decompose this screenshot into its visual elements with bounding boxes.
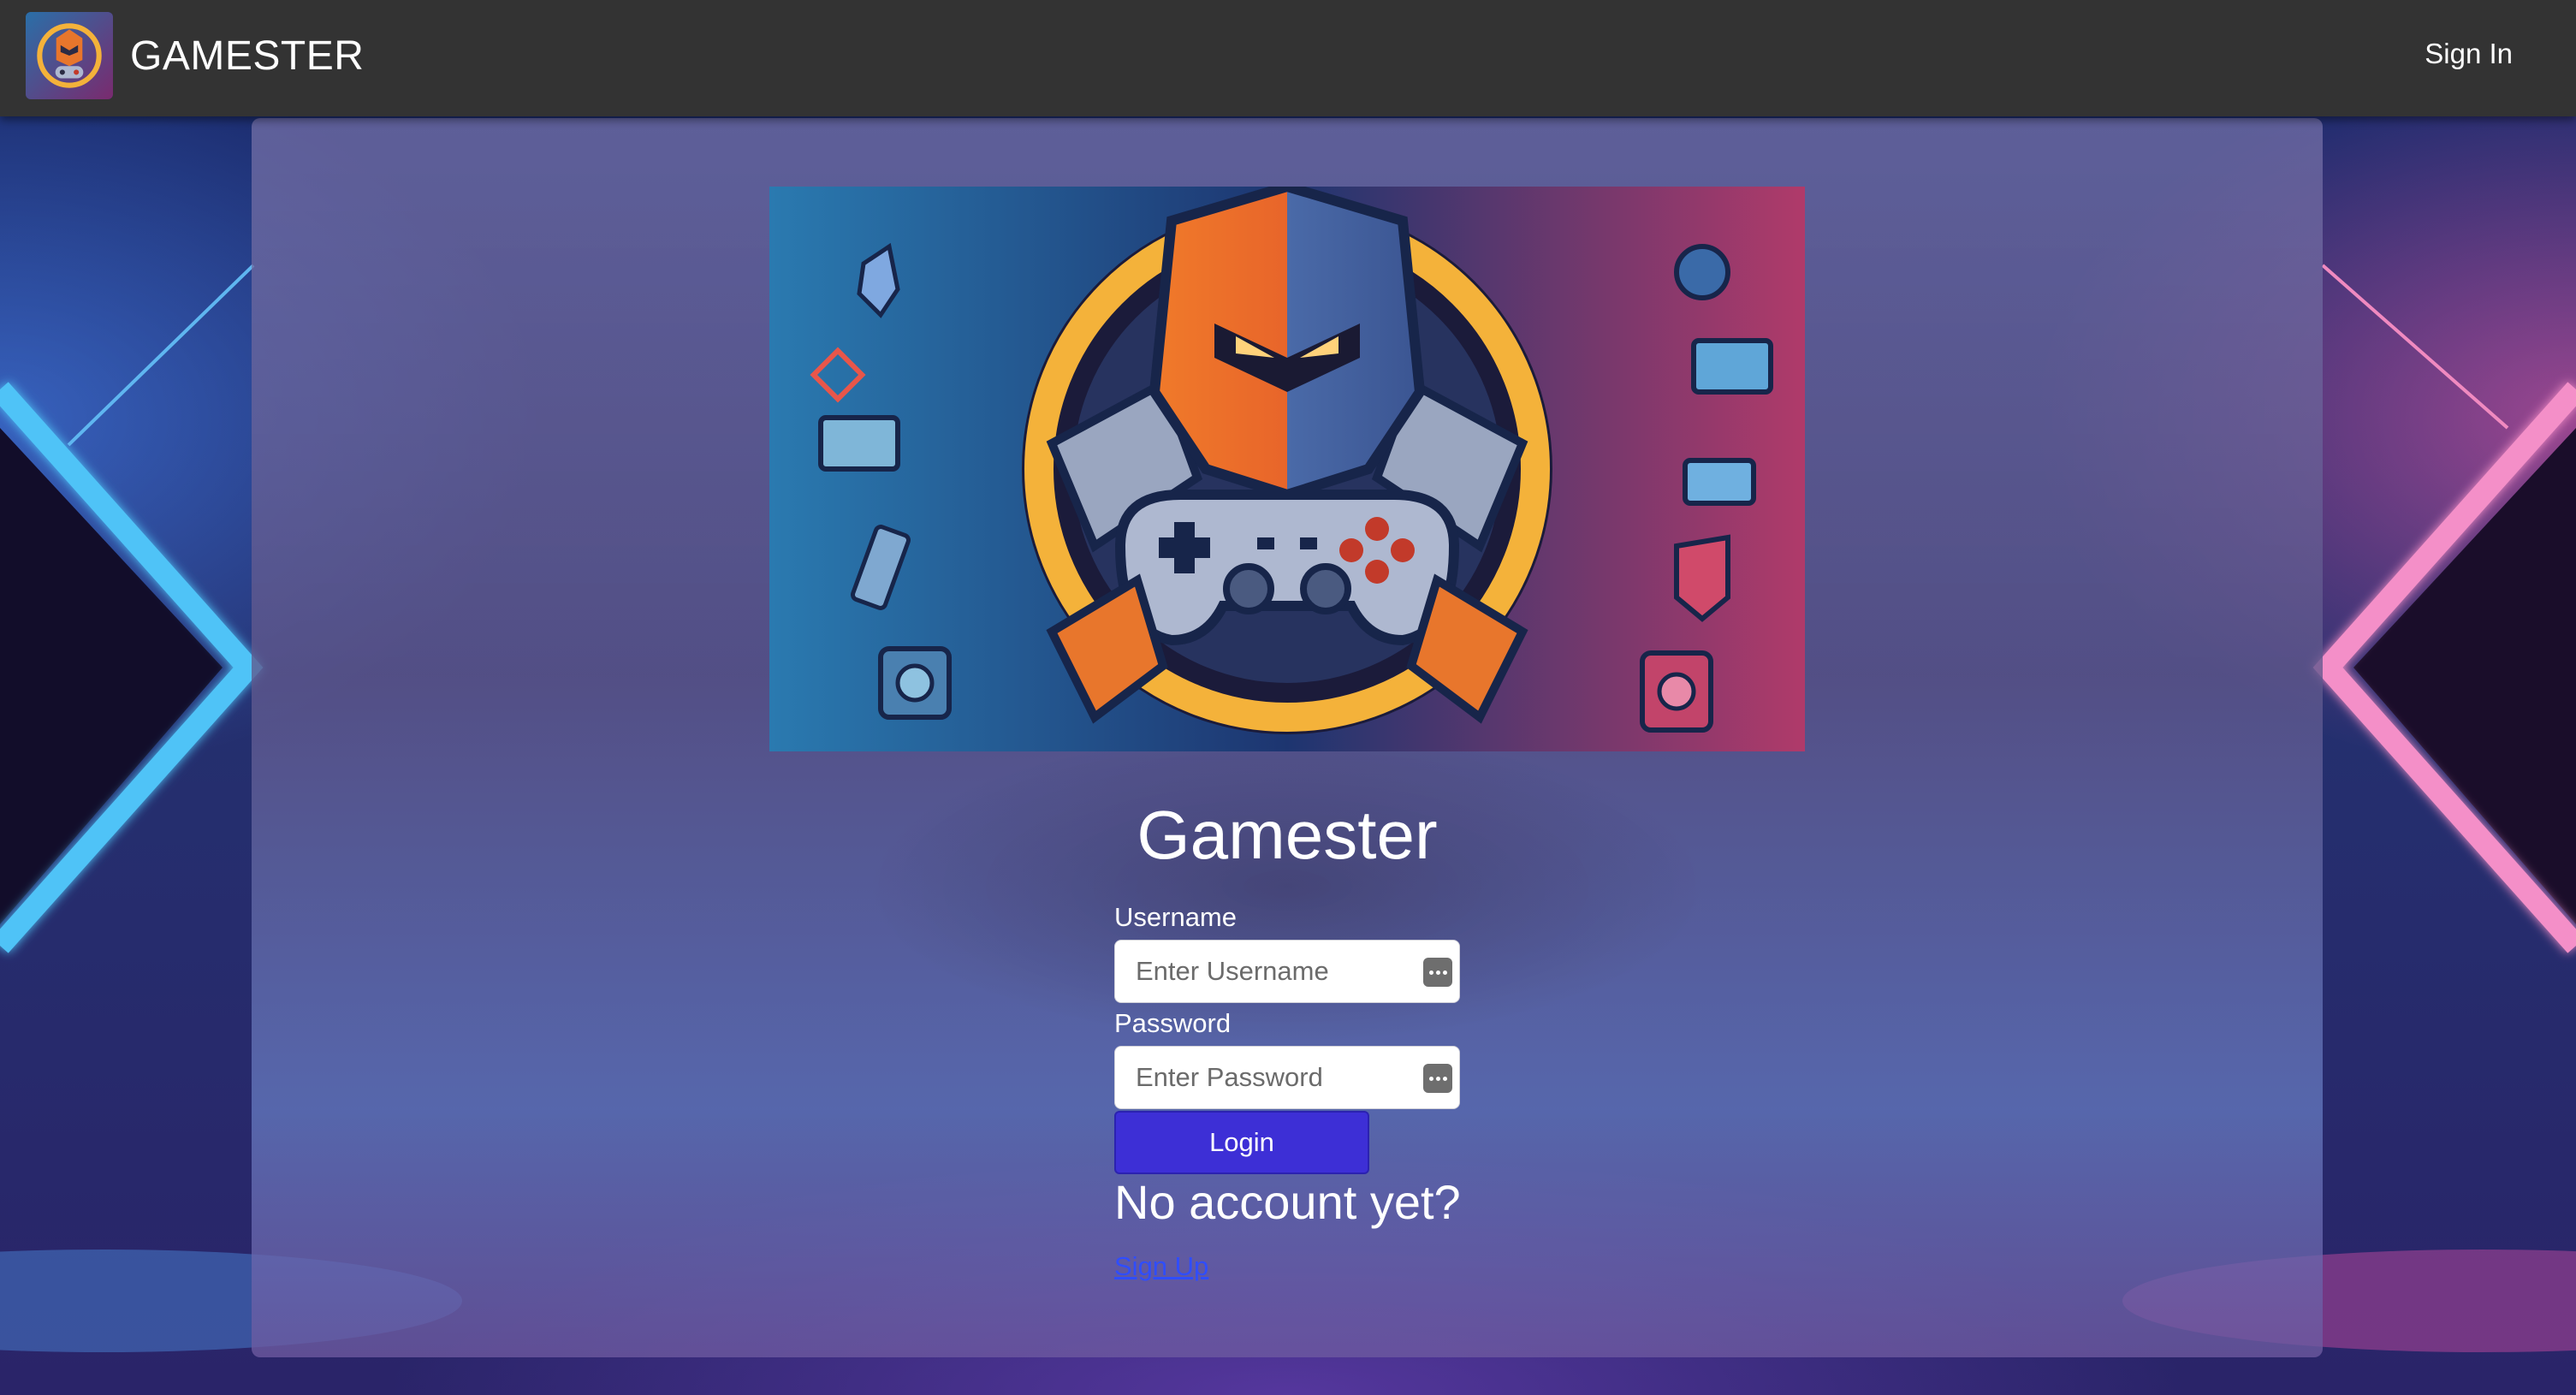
brand-name: GAMESTER: [130, 33, 365, 79]
gamester-logo-icon: [26, 12, 113, 99]
username-field-wrapper: [1114, 940, 1460, 1003]
password-manager-icon[interactable]: [1423, 1064, 1452, 1093]
password-input[interactable]: [1115, 1047, 1418, 1108]
sign-in-link[interactable]: Sign In: [2425, 38, 2513, 70]
username-label: Username: [1114, 902, 1237, 932]
username-input[interactable]: [1115, 941, 1418, 1002]
app-title: Gamester: [1137, 797, 1438, 873]
password-label: Password: [1114, 1008, 1232, 1038]
no-account-heading: No account yet?: [1114, 1175, 1461, 1229]
top-navbar: GAMESTER Sign In: [0, 0, 2576, 116]
hero-illustration: [769, 187, 1805, 751]
login-button[interactable]: Login: [1114, 1111, 1369, 1174]
password-manager-icon[interactable]: [1423, 958, 1452, 987]
password-field-wrapper: [1114, 1046, 1460, 1109]
brand-link[interactable]: GAMESTER: [26, 12, 364, 99]
sign-up-link[interactable]: Sign Up: [1114, 1251, 1208, 1282]
